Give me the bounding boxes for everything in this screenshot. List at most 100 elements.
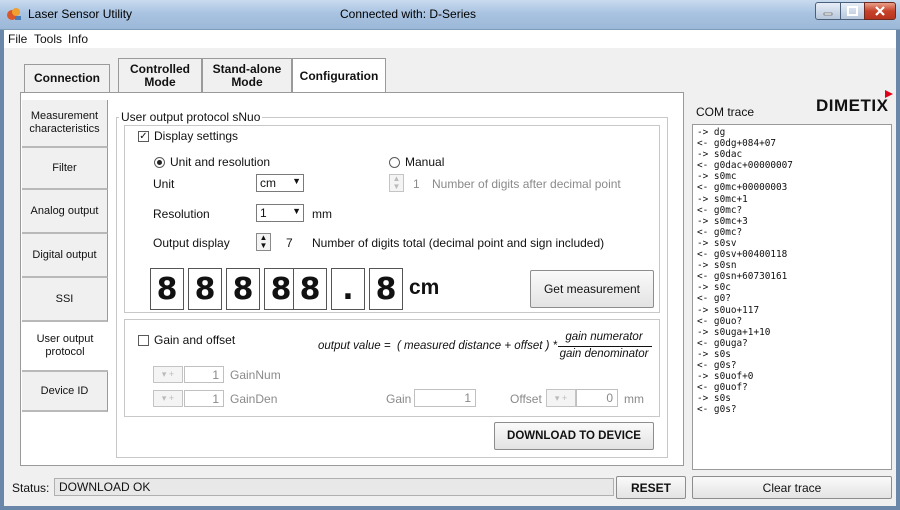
connection-title: Connected with: D-Series <box>340 7 477 21</box>
side-tab-digital-output[interactable]: Digital output <box>22 234 108 278</box>
output-digits-value: 7 <box>286 236 293 250</box>
com-trace-label: COM trace <box>696 105 755 119</box>
display-digit: 8 <box>293 268 327 310</box>
trace-line: <- g0s? <box>697 404 737 416</box>
display-digit: 8 <box>188 268 222 310</box>
tab-stand-alone-mode[interactable]: Stand-alone Mode <box>202 58 292 92</box>
close-icon <box>875 6 885 16</box>
display-settings-label: Display settings <box>154 129 239 143</box>
resolution-select[interactable]: 1 ▼ <box>256 204 304 222</box>
unit-resolution-radio[interactable] <box>154 157 165 168</box>
offset-unit: mm <box>624 392 644 406</box>
offset-spinner[interactable]: ▾ + <box>546 389 576 407</box>
formula-left: output value = <box>318 340 391 352</box>
side-tab-device-id[interactable]: Device ID <box>22 372 108 412</box>
gain-offset-label: Gain and offset <box>154 333 236 347</box>
tab-configuration[interactable]: Configuration <box>292 58 386 93</box>
display-digit: 8 <box>226 268 260 310</box>
logo-text: DIMETIX <box>816 96 889 115</box>
maximize-button[interactable] <box>840 2 865 20</box>
trace-line: -> s0sv <box>697 237 737 249</box>
display-settings-checkbox[interactable]: ✓ <box>138 131 149 142</box>
side-tab-user-output-protocol[interactable]: User output protocol <box>22 322 108 372</box>
trace-line: -> s0mc <box>697 171 737 183</box>
trace-line: <- g0uof? <box>697 382 748 394</box>
trace-line: -> s0s <box>697 348 731 360</box>
resolution-label: Resolution <box>153 207 210 221</box>
offset-field[interactable]: 0 <box>576 389 618 407</box>
side-tab-ssi[interactable]: SSI <box>22 278 108 322</box>
trace-line: -> s0uof+0 <box>697 371 754 383</box>
trace-line: -> s0uga+1+10 <box>697 326 771 338</box>
gain-num-label: GainNum <box>230 368 281 382</box>
gain-field: 1 <box>414 389 476 407</box>
formula-denominator: gain denominator <box>559 348 649 360</box>
chevron-down-icon: ▼ <box>292 176 301 186</box>
trace-line: <- g0dac+00000007 <box>697 160 793 172</box>
trace-line: -> s0mc+1 <box>697 193 748 205</box>
trace-line: <- g0uga? <box>697 337 748 349</box>
side-tab-filter[interactable]: Filter <box>22 148 108 190</box>
close-button[interactable] <box>864 2 896 20</box>
unit-select-value: cm <box>260 176 276 190</box>
output-digits-spinner[interactable]: ▲ ▼ <box>256 233 271 251</box>
gain-den-spinner[interactable]: ▾ + <box>153 390 183 407</box>
manual-digits-label: Number of digits after decimal point <box>432 177 621 191</box>
display-digit: 8 <box>369 268 403 310</box>
menu-file[interactable]: File <box>8 32 27 46</box>
trace-line: -> s0dac <box>697 149 743 161</box>
download-to-device-button[interactable]: DOWNLOAD TO DEVICE <box>494 422 654 450</box>
resolution-select-value: 1 <box>260 206 267 220</box>
trace-line: <- g0mc+00000003 <box>697 182 788 194</box>
get-measurement-button[interactable]: Get measurement <box>530 270 654 308</box>
trace-line: <- g0dg+084+07 <box>697 138 777 150</box>
gain-den-field[interactable]: 1 <box>184 390 224 407</box>
gain-offset-checkbox[interactable] <box>138 335 149 346</box>
display-unit: cm <box>409 276 440 299</box>
unit-select[interactable]: cm ▼ <box>256 174 304 192</box>
window-title: Laser Sensor Utility <box>28 7 133 21</box>
status-field: DOWNLOAD OK <box>54 478 614 496</box>
side-tab-measurement[interactable]: Measurement characteristics <box>22 100 108 148</box>
output-display-label: Output display <box>153 236 230 250</box>
unit-label: Unit <box>153 177 175 191</box>
fraction-bar <box>558 346 652 347</box>
trace-line: <- g0? <box>697 293 731 305</box>
trace-line: -> s0uo+117 <box>697 304 760 316</box>
logo-arrow-icon <box>885 90 893 98</box>
display-decimal-point: . <box>331 268 365 310</box>
formula-expression: ( measured distance + offset ) * <box>397 340 558 352</box>
manual-digits-spinner[interactable]: ▲ ▼ <box>389 174 404 192</box>
output-digits-label: Number of digits total (decimal point an… <box>312 236 605 250</box>
status-label: Status: <box>12 481 50 495</box>
minimize-icon <box>823 12 833 16</box>
menu-info[interactable]: Info <box>68 32 88 46</box>
side-tab-analog-output[interactable]: Analog output <box>22 190 108 234</box>
trace-line: -> s0mc+3 <box>697 215 748 227</box>
offset-label: Offset <box>510 392 542 406</box>
reset-button[interactable]: RESET <box>616 476 686 499</box>
tab-controlled-mode[interactable]: Controlled Mode <box>118 58 202 92</box>
manual-digits-value: 1 <box>413 177 420 191</box>
gain-num-spinner[interactable]: ▾ + <box>153 366 183 383</box>
trace-line: <- g0mc? <box>697 204 743 216</box>
trace-line: <- g0mc? <box>697 226 743 238</box>
trace-line: -> s0c <box>697 282 731 294</box>
minimize-button[interactable] <box>815 2 841 20</box>
gain-num-field[interactable]: 1 <box>184 366 224 383</box>
trace-line: -> dg <box>697 127 726 138</box>
com-trace-log[interactable]: -> dg <- g0dg+084+07 -> s0dac <- g0dac+0000… <box>692 124 892 470</box>
gain-label: Gain <box>386 392 412 406</box>
trace-line: <- g0sv+00400118 <box>697 249 788 261</box>
resolution-unit: mm <box>312 207 332 221</box>
gain-den-label: GainDen <box>230 392 278 406</box>
clear-trace-button[interactable]: Clear trace <box>692 476 892 499</box>
maximize-icon <box>847 6 858 16</box>
display-digit: 8 <box>150 268 184 310</box>
formula-numerator: gain numerator <box>565 331 643 343</box>
tab-connection[interactable]: Connection <box>24 64 110 92</box>
menu-tools[interactable]: Tools <box>34 32 62 46</box>
manual-radio[interactable] <box>389 157 400 168</box>
protocol-group-title: User output protocol sNuo <box>119 110 263 124</box>
trace-line: -> s0sn <box>697 260 737 272</box>
